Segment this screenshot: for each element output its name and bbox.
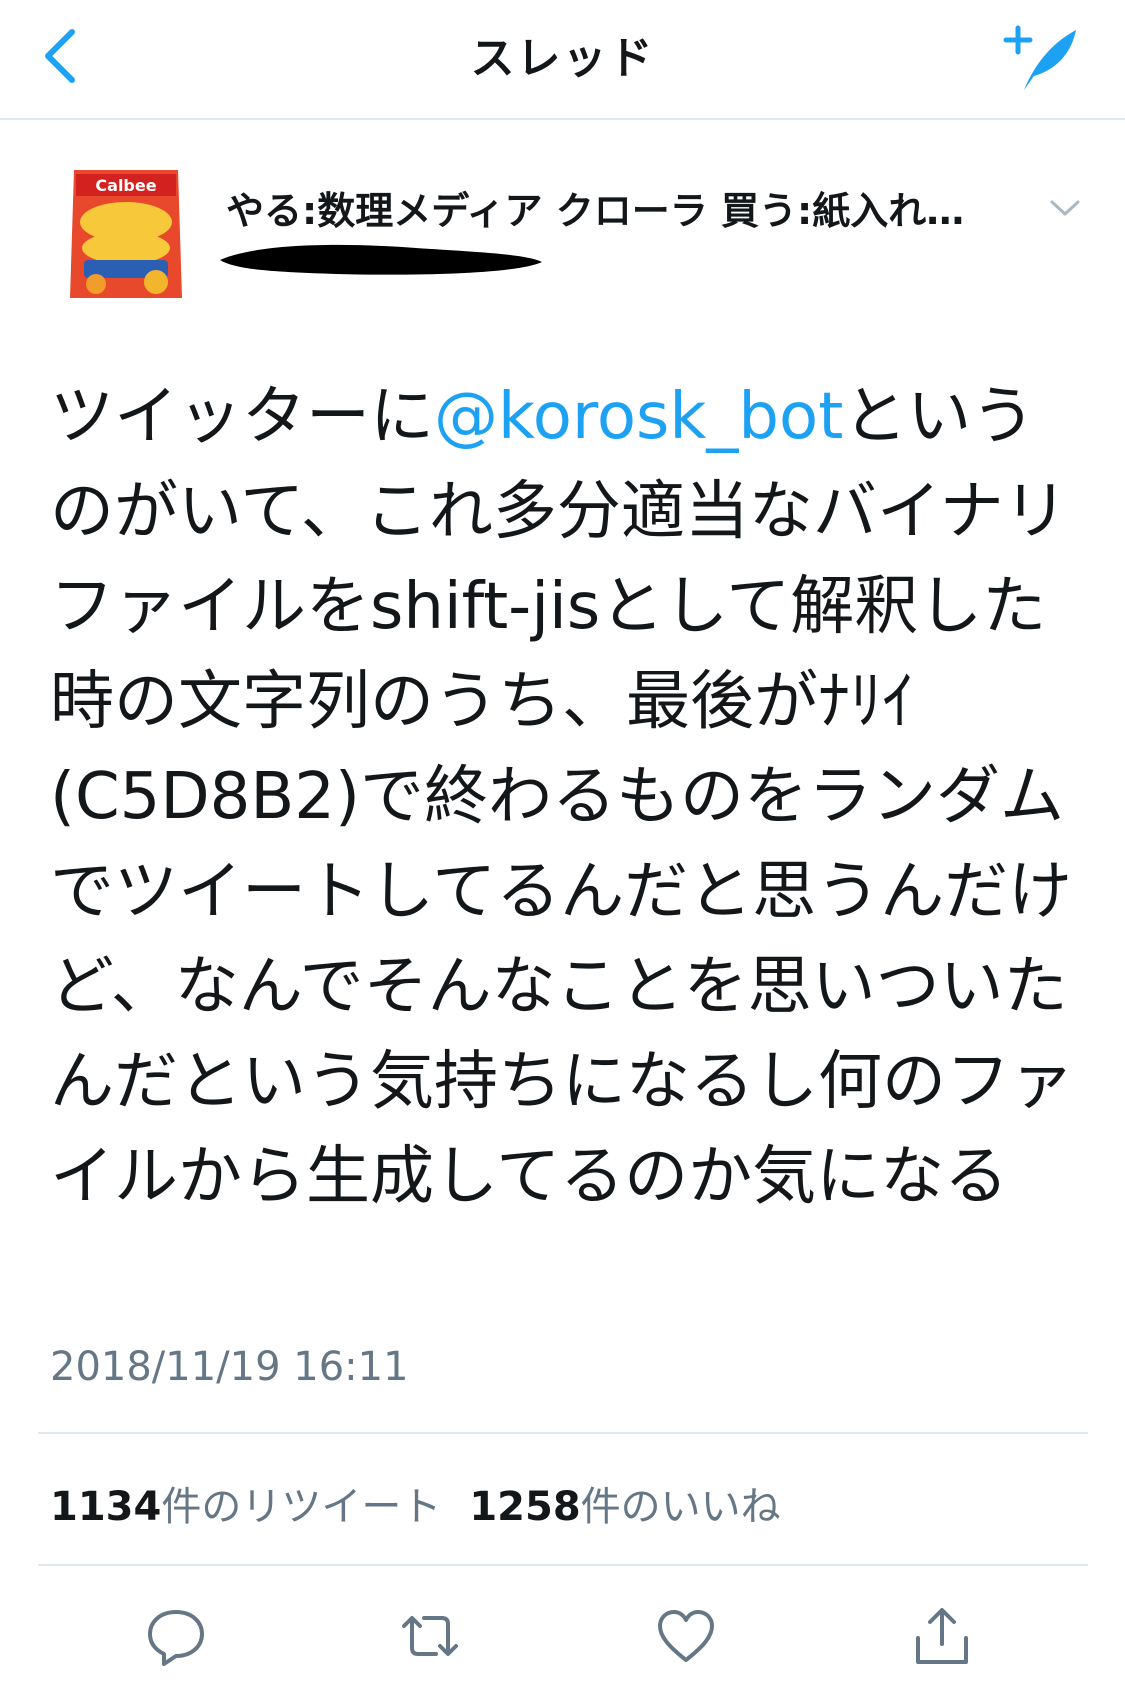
divider [38, 1432, 1088, 1434]
tweet-text: ツイッターに@korosk_botというのがいて、これ多分適当なバイナリファイル… [50, 370, 1090, 1225]
like-icon[interactable] [654, 1604, 718, 1668]
share-icon[interactable] [910, 1604, 974, 1668]
tweet-timestamp: 2018/11/19 16:11 [50, 1344, 409, 1390]
chevron-down-icon[interactable] [1048, 196, 1082, 220]
retweet-stat[interactable]: 1134件のリツイート [50, 1484, 441, 1530]
svg-text:Calbee: Calbee [95, 176, 156, 195]
compose-tweet-icon[interactable] [1000, 22, 1082, 94]
like-count: 1258 [469, 1484, 581, 1530]
tweet-text-part: というのがいて、これ多分適当なバイナリファイルをshift-jisとして解釈した… [50, 380, 1074, 1214]
retweet-icon[interactable] [398, 1604, 462, 1668]
like-label: 件のいいね [580, 1484, 781, 1530]
retweet-label: 件のリツイート [161, 1484, 442, 1530]
divider [38, 1564, 1088, 1566]
navigation-bar: スレッド [0, 0, 1125, 120]
redacted-handle [216, 238, 546, 280]
like-stat[interactable]: 1258件のいいね [469, 1484, 780, 1530]
page-title: スレッド [470, 33, 655, 84]
reply-icon[interactable] [144, 1604, 208, 1668]
retweet-count: 1134 [50, 1484, 162, 1530]
avatar[interactable]: Calbee [66, 164, 186, 304]
author-display-name[interactable]: やる:数理メディア クローラ 買う:紙入れ… [226, 180, 1041, 235]
mention-link[interactable]: @korosk_bot [434, 380, 843, 454]
tweet-text-part: ツイッターに [50, 380, 434, 454]
engagement-stats: 1134件のリツイート 1258件のいいね [50, 1474, 781, 1532]
